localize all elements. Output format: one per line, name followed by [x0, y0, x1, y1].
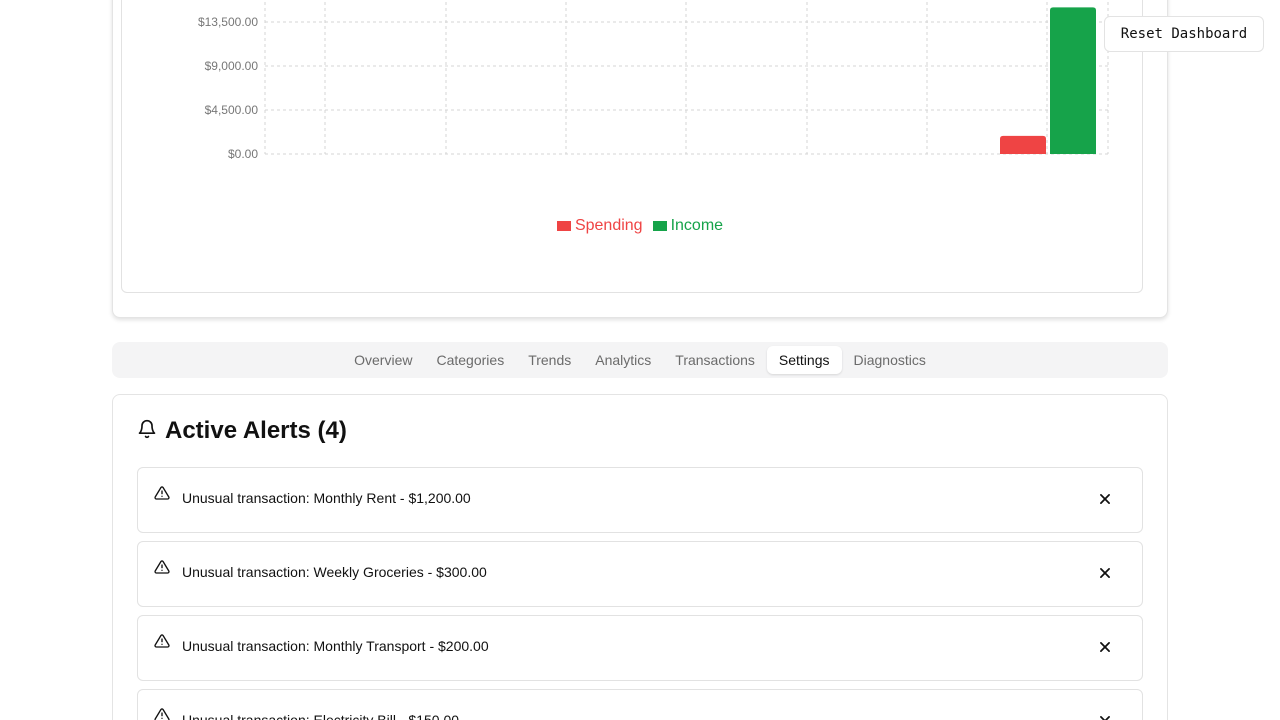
warning-icon [154, 485, 170, 506]
close-icon[interactable] [1094, 710, 1116, 720]
alert-message: Unusual transaction: Monthly Rent - $1,2… [182, 490, 471, 506]
legend-income-swatch [652, 221, 667, 231]
alert-item: Unusual transaction: Monthly Transport -… [137, 615, 1143, 681]
close-icon[interactable] [1094, 562, 1116, 584]
tab-analytics[interactable]: Analytics [583, 346, 663, 374]
alert-item: Unusual transaction: Weekly Groceries - … [137, 541, 1143, 607]
alerts-header: Active Alerts (4) [137, 416, 347, 446]
y-tick-label: $9,000.00 [205, 59, 259, 73]
alert-message: Unusual transaction: Monthly Transport -… [182, 638, 489, 654]
close-icon[interactable] [1094, 488, 1116, 510]
legend-spending-label: Spending [574, 217, 643, 234]
income-bar [1050, 7, 1096, 155]
reset-dashboard-button[interactable]: Reset Dashboard [1104, 16, 1264, 52]
tab-trends[interactable]: Trends [516, 346, 583, 374]
close-icon[interactable] [1094, 636, 1116, 658]
alert-message: Unusual transaction: Weekly Groceries - … [182, 564, 487, 580]
warning-icon [154, 633, 170, 654]
legend-spending-swatch [556, 221, 571, 231]
legend-spending[interactable]: Spending [556, 217, 643, 235]
chart-legend: Spending Income [0, 216, 1280, 236]
spending-bar [1000, 135, 1046, 154]
y-tick-label: $4,500.00 [205, 103, 259, 117]
alert-item: Unusual transaction: Electricity Bill - … [137, 689, 1143, 720]
warning-icon [154, 707, 170, 720]
alerts-title: Active Alerts (4) [165, 417, 347, 444]
alert-message: Unusual transaction: Electricity Bill - … [182, 712, 460, 720]
legend-income[interactable]: Income [652, 217, 724, 235]
tab-bar: Overview Categories Trends Analytics Tra… [112, 342, 1168, 378]
y-tick-label: $13,500.00 [198, 15, 258, 29]
bell-icon [137, 419, 157, 444]
tab-settings[interactable]: Settings [766, 346, 842, 374]
income-spending-chart: $0.00 $4,500.00 $9,000.00 $13,500.00 [198, 0, 1109, 161]
tab-diagnostics[interactable]: Diagnostics [842, 346, 938, 374]
warning-icon [154, 559, 170, 580]
tab-categories[interactable]: Categories [424, 346, 516, 374]
alert-item: Unusual transaction: Monthly Rent - $1,2… [137, 467, 1143, 533]
tab-transactions[interactable]: Transactions [663, 346, 767, 374]
legend-income-label: Income [670, 217, 724, 234]
tab-overview[interactable]: Overview [342, 346, 424, 374]
y-tick-label: $0.00 [228, 147, 258, 161]
